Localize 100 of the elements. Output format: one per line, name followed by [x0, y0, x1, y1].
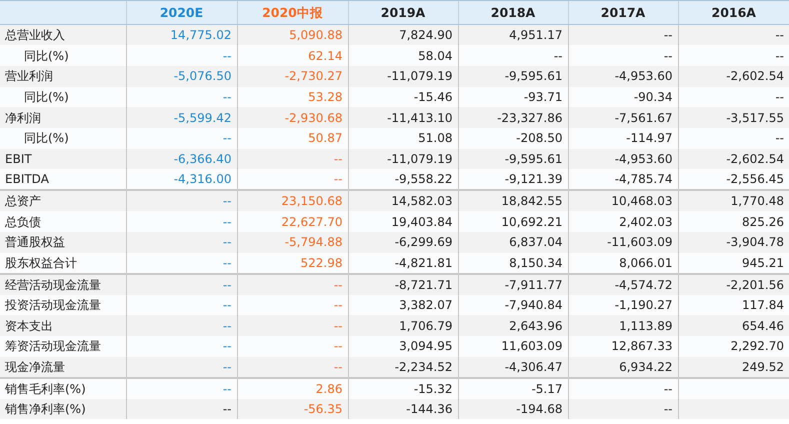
- table-cell: -6,366.40: [126, 148, 237, 170]
- table-cell: 2,292.70: [678, 336, 789, 357]
- table-cell: --: [126, 274, 237, 295]
- table-cell: -6,299.69: [348, 232, 458, 253]
- column-header: 2016A: [678, 0, 789, 24]
- table-cell: -93.71: [458, 86, 568, 108]
- table-cell: -2,201.56: [678, 274, 789, 295]
- table-cell: -4,574.72: [568, 274, 678, 295]
- table-cell: 53.28: [237, 86, 348, 108]
- table-cell: -15.32: [348, 378, 458, 399]
- table-cell: -5.17: [458, 378, 568, 399]
- table-cell: 8,150.34: [458, 252, 568, 274]
- table-cell: --: [126, 336, 237, 357]
- table-cell: -7,940.84: [458, 294, 568, 316]
- table-cell: 117.84: [678, 294, 789, 316]
- table-cell: -4,306.47: [458, 356, 568, 378]
- table-cell: --: [126, 45, 237, 66]
- table-cell: 62.14: [237, 45, 348, 66]
- table-cell: --: [678, 86, 789, 108]
- table-cell: 945.21: [678, 252, 789, 274]
- table-cell: 825.26: [678, 211, 789, 232]
- table-cell: 10,692.21: [458, 211, 568, 232]
- row-label: 营业利润: [0, 66, 126, 87]
- table-cell: --: [126, 128, 237, 149]
- table-cell: -90.34: [568, 86, 678, 108]
- table-cell: 14,775.02: [126, 24, 237, 46]
- row-label: 总资产: [0, 190, 126, 212]
- table-cell: -5,599.42: [126, 107, 237, 128]
- table-cell: 2,643.96: [458, 315, 568, 336]
- table-cell: 1,706.79: [348, 315, 458, 336]
- table-cell: --: [678, 24, 789, 46]
- table-cell: -4,953.60: [568, 148, 678, 170]
- table-cell: 5,090.88: [237, 24, 348, 46]
- column-header: 2018A: [458, 0, 568, 24]
- row-label: EBIT: [0, 148, 126, 170]
- table-cell: 1,113.89: [568, 315, 678, 336]
- table-cell: -3,517.55: [678, 107, 789, 128]
- table-cell: -2,730.27: [237, 66, 348, 87]
- table-cell: --: [568, 398, 678, 420]
- table-cell: 522.98: [237, 252, 348, 274]
- column-header: 2019A: [348, 0, 458, 24]
- row-label: EBITDA: [0, 169, 126, 190]
- table-cell: -8,721.71: [348, 274, 458, 295]
- table-cell: -11,079.19: [348, 66, 458, 87]
- table-cell: 1,770.48: [678, 190, 789, 212]
- table-cell: --: [237, 169, 348, 190]
- table-cell: 8,066.01: [568, 252, 678, 274]
- row-label: 股东权益合计: [0, 252, 126, 274]
- table-cell: --: [126, 252, 237, 274]
- row-label: 同比(%): [0, 86, 126, 108]
- table-cell: -4,785.74: [568, 169, 678, 190]
- row-label: 总营业收入: [0, 24, 126, 46]
- table-cell: --: [678, 128, 789, 149]
- row-label: 投资活动现金流量: [0, 294, 126, 316]
- table-cell: -11,413.10: [348, 107, 458, 128]
- row-label: 现金净流量: [0, 356, 126, 378]
- table-cell: --: [678, 45, 789, 66]
- table-cell: 2,402.03: [568, 211, 678, 232]
- row-label: 销售毛利率(%): [0, 378, 126, 399]
- table-cell: --: [237, 356, 348, 378]
- table-cell: --: [126, 378, 237, 399]
- table-cell: -7,561.67: [568, 107, 678, 128]
- row-label: 同比(%): [0, 45, 126, 66]
- table-cell: -5,076.50: [126, 66, 237, 87]
- table-cell: 6,934.22: [568, 356, 678, 378]
- row-label: 资本支出: [0, 315, 126, 336]
- table-cell: --: [126, 232, 237, 253]
- table-cell: -2,930.68: [237, 107, 348, 128]
- table-cell: -2,234.52: [348, 356, 458, 378]
- table-cell: -9,558.22: [348, 169, 458, 190]
- table-cell: 249.52: [678, 356, 789, 378]
- table-cell: -4,316.00: [126, 169, 237, 190]
- table-cell: -5,794.88: [237, 232, 348, 253]
- table-cell: -3,904.78: [678, 232, 789, 253]
- table-cell: -11,603.09: [568, 232, 678, 253]
- table-cell: --: [568, 24, 678, 46]
- table-cell: --: [126, 294, 237, 316]
- column-header: 2020E: [126, 0, 237, 24]
- table-cell: -2,556.45: [678, 169, 789, 190]
- table-cell: --: [458, 45, 568, 66]
- row-label: 经营活动现金流量: [0, 274, 126, 295]
- table-cell: -23,327.86: [458, 107, 568, 128]
- table-cell: -2,602.54: [678, 148, 789, 170]
- table-cell: --: [126, 315, 237, 336]
- table-cell: 654.46: [678, 315, 789, 336]
- table-cell: 22,627.70: [237, 211, 348, 232]
- table-cell: -144.36: [348, 398, 458, 420]
- table-cell: 58.04: [348, 45, 458, 66]
- table-cell: -4,821.81: [348, 252, 458, 274]
- table-cell: -9,595.61: [458, 66, 568, 87]
- table-cell: --: [237, 294, 348, 316]
- table-cell: --: [126, 356, 237, 378]
- table-cell: 11,603.09: [458, 336, 568, 357]
- table-cell: 14,582.03: [348, 190, 458, 212]
- column-header: 2017A: [568, 0, 678, 24]
- table-cell: -1,190.27: [568, 294, 678, 316]
- table-cell: --: [126, 211, 237, 232]
- table-cell: 4,951.17: [458, 24, 568, 46]
- table-cell: --: [237, 274, 348, 295]
- table-cell: --: [237, 336, 348, 357]
